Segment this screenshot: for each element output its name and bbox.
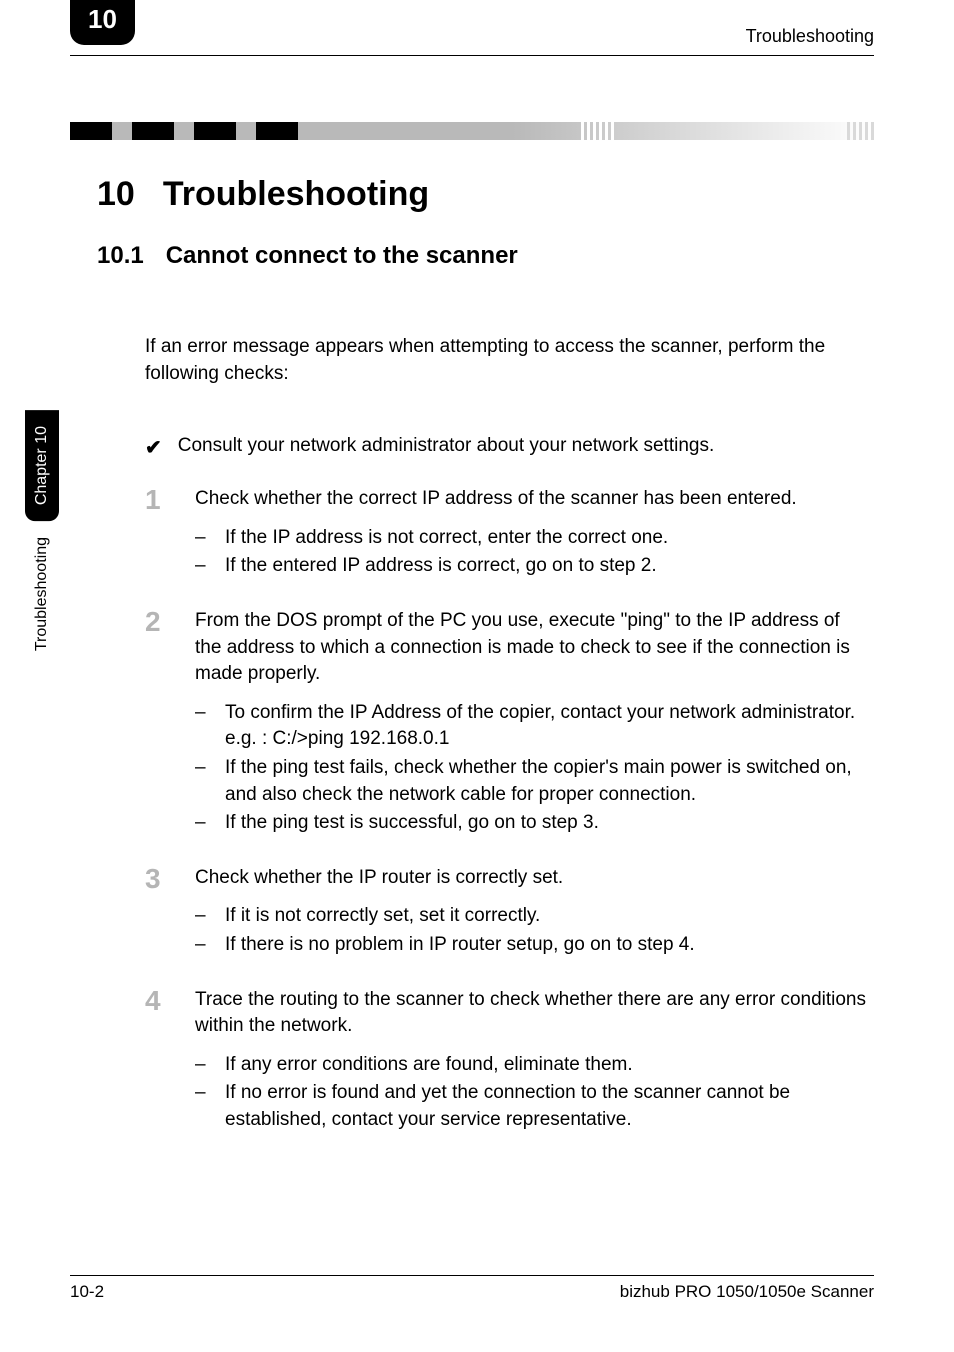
header-title: Troubleshooting [746, 26, 874, 47]
page-number: 10-2 [70, 1282, 104, 1302]
step-number: 2 [145, 608, 165, 636]
list-item: –If it is not correctly set, set it corr… [195, 903, 869, 930]
step-text: From the DOS prompt of the PC you use, e… [195, 610, 850, 684]
section-heading-number: 10.1 [97, 242, 144, 270]
chapter-badge: 10 [70, 0, 135, 45]
step-1: 1 Check whether the correct IP address o… [145, 486, 869, 582]
step-number: 3 [145, 865, 165, 893]
list-item: –If the IP address is not correct, enter… [195, 525, 869, 552]
step-body: Trace the routing to the scanner to chec… [195, 987, 869, 1136]
step-4: 4 Trace the routing to the scanner to ch… [145, 987, 869, 1136]
product-name: bizhub PRO 1050/1050e Scanner [620, 1282, 874, 1302]
chapter-heading: 10 Troubleshooting [97, 175, 869, 214]
prerequisite-text: Consult your network administrator about… [178, 435, 714, 457]
section-heading: 10.1 Cannot connect to the scanner [97, 242, 869, 270]
step-3: 3 Check whether the IP router is correct… [145, 865, 869, 961]
prerequisite-row: ✔ Consult your network administrator abo… [145, 435, 869, 460]
step-text: Check whether the correct IP address of … [195, 488, 797, 509]
header-rule [70, 55, 874, 56]
list-item: –If no error is found and yet the connec… [195, 1080, 869, 1133]
step-text: Trace the routing to the scanner to chec… [195, 989, 866, 1037]
chapter-heading-number: 10 [97, 175, 135, 214]
list-item: –If the entered IP address is correct, g… [195, 553, 869, 580]
side-tab-section: Troubleshooting [25, 537, 59, 651]
list-item: –To confirm the IP Address of the copier… [195, 700, 869, 753]
list-item: –If the ping test is successful, go on t… [195, 810, 869, 837]
decorative-bar [70, 122, 874, 140]
step-body: Check whether the correct IP address of … [195, 486, 869, 582]
step-number: 4 [145, 987, 165, 1015]
step-text: Check whether the IP router is correctly… [195, 867, 563, 888]
step-body: From the DOS prompt of the PC you use, e… [195, 608, 869, 839]
list-item: –If there is no problem in IP router set… [195, 932, 869, 959]
list-item: –If the ping test fails, check whether t… [195, 755, 869, 808]
section-heading-text: Cannot connect to the scanner [166, 242, 518, 270]
checkmark-icon: ✔ [145, 435, 162, 460]
side-tab-chapter: Chapter 10 [25, 410, 59, 521]
footer: 10-2 bizhub PRO 1050/1050e Scanner [70, 1275, 874, 1302]
list-item: –If any error conditions are found, elim… [195, 1052, 869, 1079]
step-2: 2 From the DOS prompt of the PC you use,… [145, 608, 869, 839]
chapter-heading-text: Troubleshooting [163, 175, 429, 214]
step-number: 1 [145, 486, 165, 514]
side-tab: Chapter 10 Troubleshooting [18, 410, 66, 651]
step-body: Check whether the IP router is correctly… [195, 865, 869, 961]
intro-paragraph: If an error message appears when attempt… [145, 334, 869, 387]
footer-rule [70, 1275, 874, 1276]
